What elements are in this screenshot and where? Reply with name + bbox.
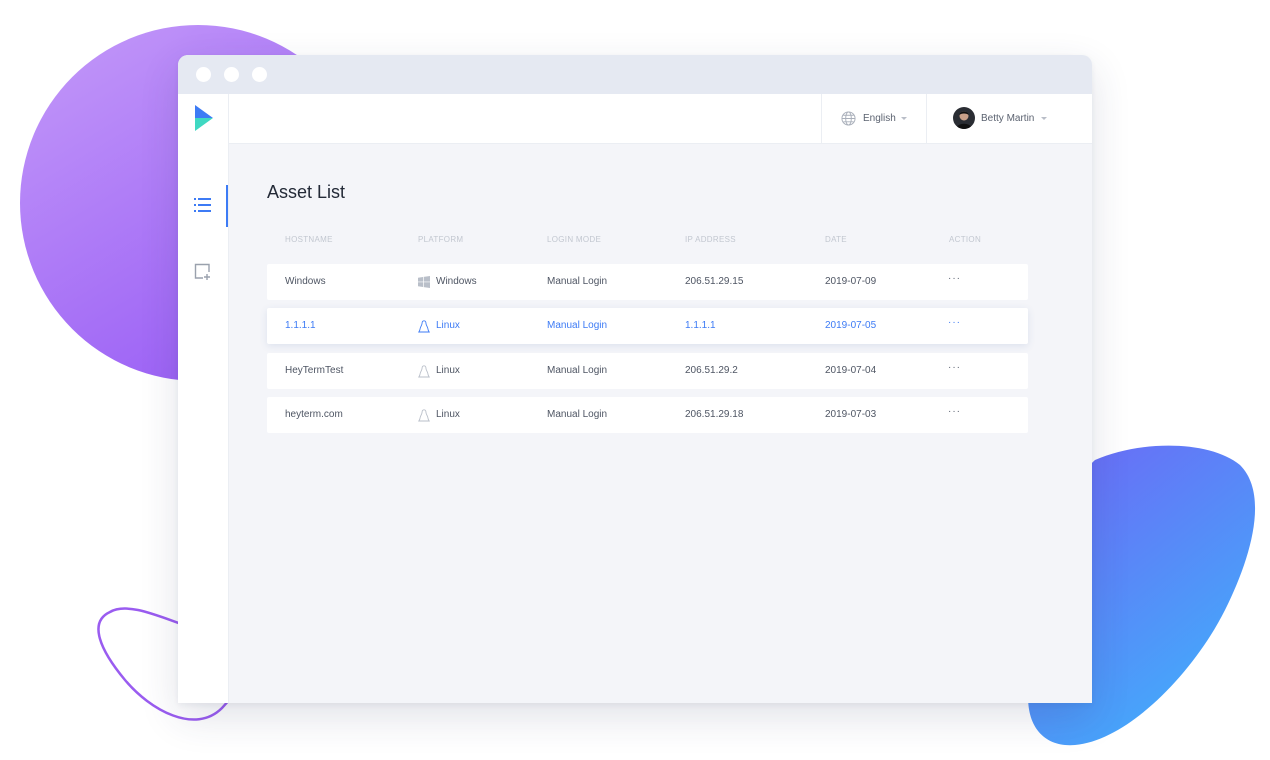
column-header-ip-address: IP ADDRESS xyxy=(685,235,736,244)
window-dot-close[interactable] xyxy=(196,67,211,82)
window-dot-minimize[interactable] xyxy=(224,67,239,82)
column-header-login-mode: LOGIN MODE xyxy=(547,235,602,244)
chevron-down-icon xyxy=(1041,117,1047,120)
cell-login-mode: Manual Login xyxy=(547,276,608,287)
linux-icon xyxy=(418,409,430,422)
more-actions-button[interactable]: ··· xyxy=(948,318,962,331)
top-bar: English Betty Martin xyxy=(229,94,1092,144)
linux-icon xyxy=(418,365,430,378)
windows-icon xyxy=(418,276,430,288)
column-header-platform: PLATFORM xyxy=(418,235,464,244)
column-header-hostname: HOSTNAME xyxy=(285,235,333,244)
user-menu[interactable]: Betty Martin xyxy=(926,94,1092,143)
more-actions-button[interactable]: ··· xyxy=(948,363,962,376)
cell-ip-address: 206.51.29.15 xyxy=(685,276,744,287)
table-row[interactable]: 1.1.1.1 Linux Manual Login 1.1.1.1 2019-… xyxy=(267,308,1028,344)
language-selector[interactable]: English xyxy=(821,94,927,143)
add-asset-icon xyxy=(194,263,210,280)
language-label: English xyxy=(863,113,896,124)
column-header-action: ACTION xyxy=(949,235,982,244)
cell-ip-address: 206.51.29.2 xyxy=(685,365,738,376)
cell-login-mode: Manual Login xyxy=(547,365,608,376)
window-titlebar xyxy=(178,55,1092,94)
table-row[interactable]: heyterm.com Linux Manual Login 206.51.29… xyxy=(267,397,1028,433)
cell-login-mode: Manual Login xyxy=(547,320,608,331)
sidebar xyxy=(178,94,229,703)
avatar xyxy=(953,107,975,129)
sidebar-item-asset-list[interactable] xyxy=(178,185,228,227)
chevron-down-icon xyxy=(901,117,907,120)
cell-platform: Windows xyxy=(436,276,477,287)
cell-date: 2019-07-09 xyxy=(825,276,877,287)
page-title: Asset List xyxy=(267,182,346,202)
cell-hostname: Windows xyxy=(285,276,326,287)
table-row[interactable]: Windows Windows Manual Login 206.51.29.1… xyxy=(267,264,1028,300)
table-row[interactable]: HeyTermTest Linux Manual Login 206.51.29… xyxy=(267,353,1028,389)
sidebar-item-add-asset[interactable] xyxy=(178,251,228,293)
globe-icon xyxy=(841,111,856,126)
cell-date: 2019-07-04 xyxy=(825,365,877,376)
cell-platform: Linux xyxy=(436,409,460,420)
app-window: English Betty Martin Asset List HOSTNAME… xyxy=(178,55,1092,703)
more-actions-button[interactable]: ··· xyxy=(948,274,962,287)
user-name: Betty Martin xyxy=(981,113,1035,124)
cell-date: 2019-07-03 xyxy=(825,409,877,420)
cell-platform: Linux xyxy=(436,365,460,376)
cell-ip-address: 206.51.29.18 xyxy=(685,409,744,420)
app-logo[interactable] xyxy=(194,105,214,131)
more-actions-button[interactable]: ··· xyxy=(948,407,962,420)
cell-login-mode: Manual Login xyxy=(547,409,608,420)
cell-hostname: HeyTermTest xyxy=(285,365,344,376)
window-dot-maximize[interactable] xyxy=(252,67,267,82)
sidebar-active-indicator xyxy=(226,185,228,227)
column-header-date: DATE xyxy=(825,235,847,244)
linux-icon xyxy=(418,320,430,333)
list-icon xyxy=(194,198,211,212)
cell-platform: Linux xyxy=(436,320,460,331)
cell-hostname: heyterm.com xyxy=(285,409,343,420)
cell-ip-address: 1.1.1.1 xyxy=(685,320,716,331)
cell-hostname: 1.1.1.1 xyxy=(285,320,316,331)
cell-date: 2019-07-05 xyxy=(825,320,877,331)
